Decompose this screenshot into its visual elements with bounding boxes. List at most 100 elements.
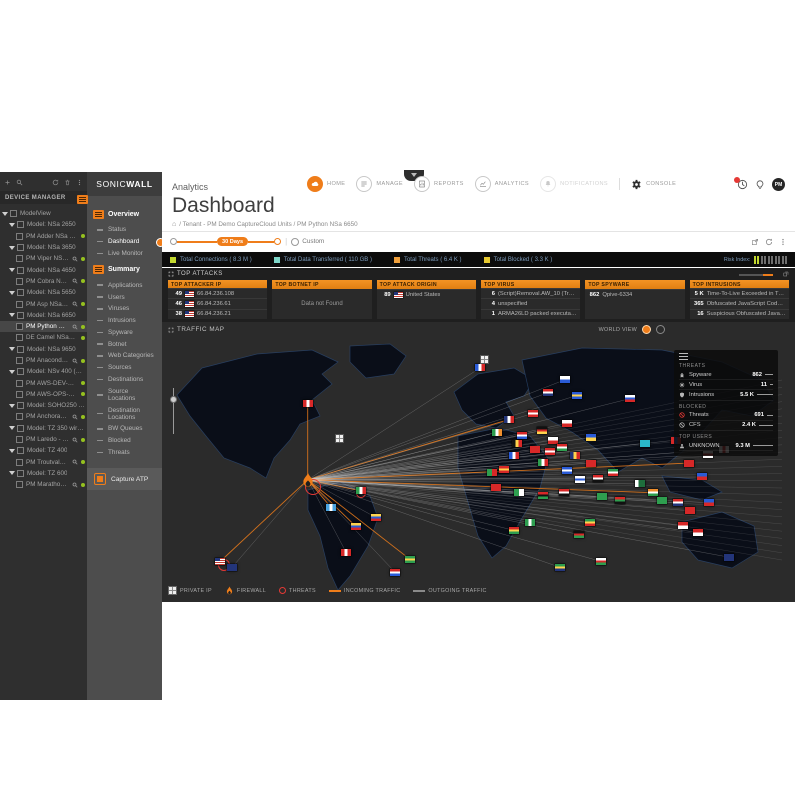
caret-down-icon[interactable]: [9, 291, 15, 295]
nav-reports[interactable]: REPORTS: [414, 176, 464, 192]
overlay-row-threats[interactable]: Threats691: [679, 411, 773, 421]
attack-row[interactable]: 1ARMA26LD packed executabl...: [481, 309, 580, 319]
tree-item[interactable]: Model: NSa 9650: [0, 344, 87, 355]
tree-item[interactable]: PM AWS-OPS-NS...: [0, 389, 87, 400]
device-checkbox[interactable]: [16, 233, 23, 240]
indonesia-flag-icon[interactable]: [693, 529, 703, 536]
device-checkbox[interactable]: [17, 244, 24, 251]
overlay-menu-icon[interactable]: [679, 353, 688, 360]
israel-flag-icon[interactable]: [575, 476, 585, 483]
refresh-icon[interactable]: [52, 179, 59, 186]
reload-icon[interactable]: [765, 238, 773, 246]
trash-icon[interactable]: [64, 179, 71, 186]
turkey-flag-icon[interactable]: [586, 460, 596, 467]
stat-tile[interactable]: Total Connections ( 8.3 M ): [170, 257, 252, 263]
greece-flag-icon[interactable]: [562, 467, 572, 474]
canada-flag-icon[interactable]: [303, 400, 313, 407]
united-kingdom-flag-icon[interactable]: [504, 416, 514, 423]
expand-icon[interactable]: [168, 271, 174, 277]
attack-row[interactable]: 5 KTime-To-Live Exceeded in Tran...: [690, 288, 789, 298]
tree-item[interactable]: PM Laredo - TZ...: [0, 434, 87, 445]
alerts-icon[interactable]: [737, 179, 748, 190]
device-checkbox[interactable]: [17, 402, 24, 409]
tree-item[interactable]: ModelView: [0, 208, 87, 219]
sidebar-item-botnet[interactable]: Botnet: [87, 338, 162, 350]
magnifier-icon[interactable]: [72, 324, 78, 330]
poland-flag-icon[interactable]: [562, 420, 572, 427]
sidebar-item-dashboard[interactable]: Dashboard: [87, 236, 162, 248]
sidebar-item-destination-locations[interactable]: Destination Locations: [87, 404, 162, 423]
overlay-row-intrusions[interactable]: Intrusions5.5 K: [679, 390, 773, 400]
venezuela-flag-icon[interactable]: [371, 514, 381, 521]
india-flag-icon[interactable]: [648, 489, 658, 496]
iraq-flag-icon[interactable]: [593, 475, 603, 482]
caret-down-icon[interactable]: [9, 268, 15, 272]
overlay-row-unknown[interactable]: UNKNOWN9.3 M: [679, 441, 773, 451]
sidebar-item-status[interactable]: Status: [87, 224, 162, 236]
magnifier-icon[interactable]: [72, 301, 78, 307]
map-view-toggle-off[interactable]: [656, 325, 665, 334]
device-checkbox[interactable]: [16, 301, 23, 308]
world-view-toggle-on[interactable]: [642, 325, 651, 334]
tree-item[interactable]: Model: TZ 600: [0, 468, 87, 479]
device-checkbox[interactable]: [16, 459, 23, 466]
caret-down-icon[interactable]: [9, 471, 15, 475]
device-checkbox[interactable]: [16, 323, 23, 330]
caret-down-icon[interactable]: [9, 404, 15, 408]
iceland-flag-icon[interactable]: [475, 364, 485, 371]
libya-flag-icon[interactable]: [538, 492, 548, 499]
sweden-flag-icon[interactable]: [572, 392, 582, 399]
slider-track-2[interactable]: [248, 241, 274, 243]
device-checkbox[interactable]: [17, 267, 24, 274]
sidebar-item-intrusions[interactable]: Intrusions: [87, 315, 162, 327]
device-checkbox[interactable]: [17, 289, 24, 296]
slider-end-handle[interactable]: [274, 238, 281, 245]
sidebar-item-bw-queues[interactable]: BW Queues: [87, 423, 162, 435]
saudi-arabia-flag-icon[interactable]: [597, 493, 607, 500]
uae-flag-icon[interactable]: [615, 497, 625, 504]
caret-down-icon[interactable]: [9, 449, 15, 453]
popout-icon[interactable]: [783, 271, 789, 277]
time-range-pill[interactable]: 30 Days: [217, 237, 248, 246]
australia-flag-icon[interactable]: [724, 554, 734, 561]
device-checkbox[interactable]: [17, 346, 24, 353]
philippines-flag-icon[interactable]: [704, 499, 714, 506]
sidebar-item-users[interactable]: Users: [87, 291, 162, 303]
tree-item[interactable]: PM Asp NSa 56...: [0, 298, 87, 309]
tree-item[interactable]: PM Troutvale T...: [0, 457, 87, 468]
attack-row[interactable]: 862Qpive-6334: [585, 289, 684, 301]
kebab-icon[interactable]: [779, 238, 787, 246]
device-checkbox[interactable]: [10, 210, 17, 217]
tree-item[interactable]: Model: SOHO250 wirele...: [0, 400, 87, 411]
magnifier-icon[interactable]: [72, 437, 78, 443]
italy-flag-icon[interactable]: [538, 459, 548, 466]
tree-item[interactable]: Model: NSa 2650: [0, 219, 87, 230]
ethiopia-flag-icon[interactable]: [585, 519, 595, 526]
sidebar-item-live-monitor[interactable]: Live Monitor: [87, 248, 162, 260]
sidebar-item-blocked[interactable]: Blocked: [87, 435, 162, 447]
colombia-flag-icon[interactable]: [351, 523, 361, 530]
tree-item[interactable]: Model: NSv 400 (AWS): [0, 366, 87, 377]
iran-flag-icon[interactable]: [608, 469, 618, 476]
device-checkbox[interactable]: [16, 481, 23, 488]
sidebar-item-source-locations[interactable]: Source Locations: [87, 385, 162, 404]
device-checkbox[interactable]: [16, 380, 23, 387]
search-icon[interactable]: [16, 179, 23, 186]
algeria-flag-icon[interactable]: [514, 489, 524, 496]
portugal-flag-icon[interactable]: [487, 469, 497, 476]
paraguay-flag-icon[interactable]: [390, 569, 400, 576]
add-icon[interactable]: [4, 179, 11, 186]
tree-item[interactable]: Model: NSa 4650: [0, 264, 87, 275]
magnifier-icon[interactable]: [72, 358, 78, 364]
custom-range-radio[interactable]: [291, 238, 299, 246]
device-checkbox[interactable]: [17, 425, 24, 432]
overlay-row-virus[interactable]: Virus11: [679, 380, 773, 390]
stat-tile[interactable]: Total Blocked ( 3.3 K ): [484, 257, 553, 263]
norway-flag-icon[interactable]: [543, 389, 553, 396]
germany-flag-icon[interactable]: [537, 427, 547, 434]
tree-item[interactable]: Model: NSa 6650: [0, 310, 87, 321]
tree-item[interactable]: Model: NSa 5650: [0, 287, 87, 298]
attack-row[interactable]: 365Obfuscated JavaScript Code 68...: [690, 298, 789, 308]
nav-console[interactable]: CONSOLE: [631, 179, 676, 190]
caret-down-icon[interactable]: [9, 347, 15, 351]
